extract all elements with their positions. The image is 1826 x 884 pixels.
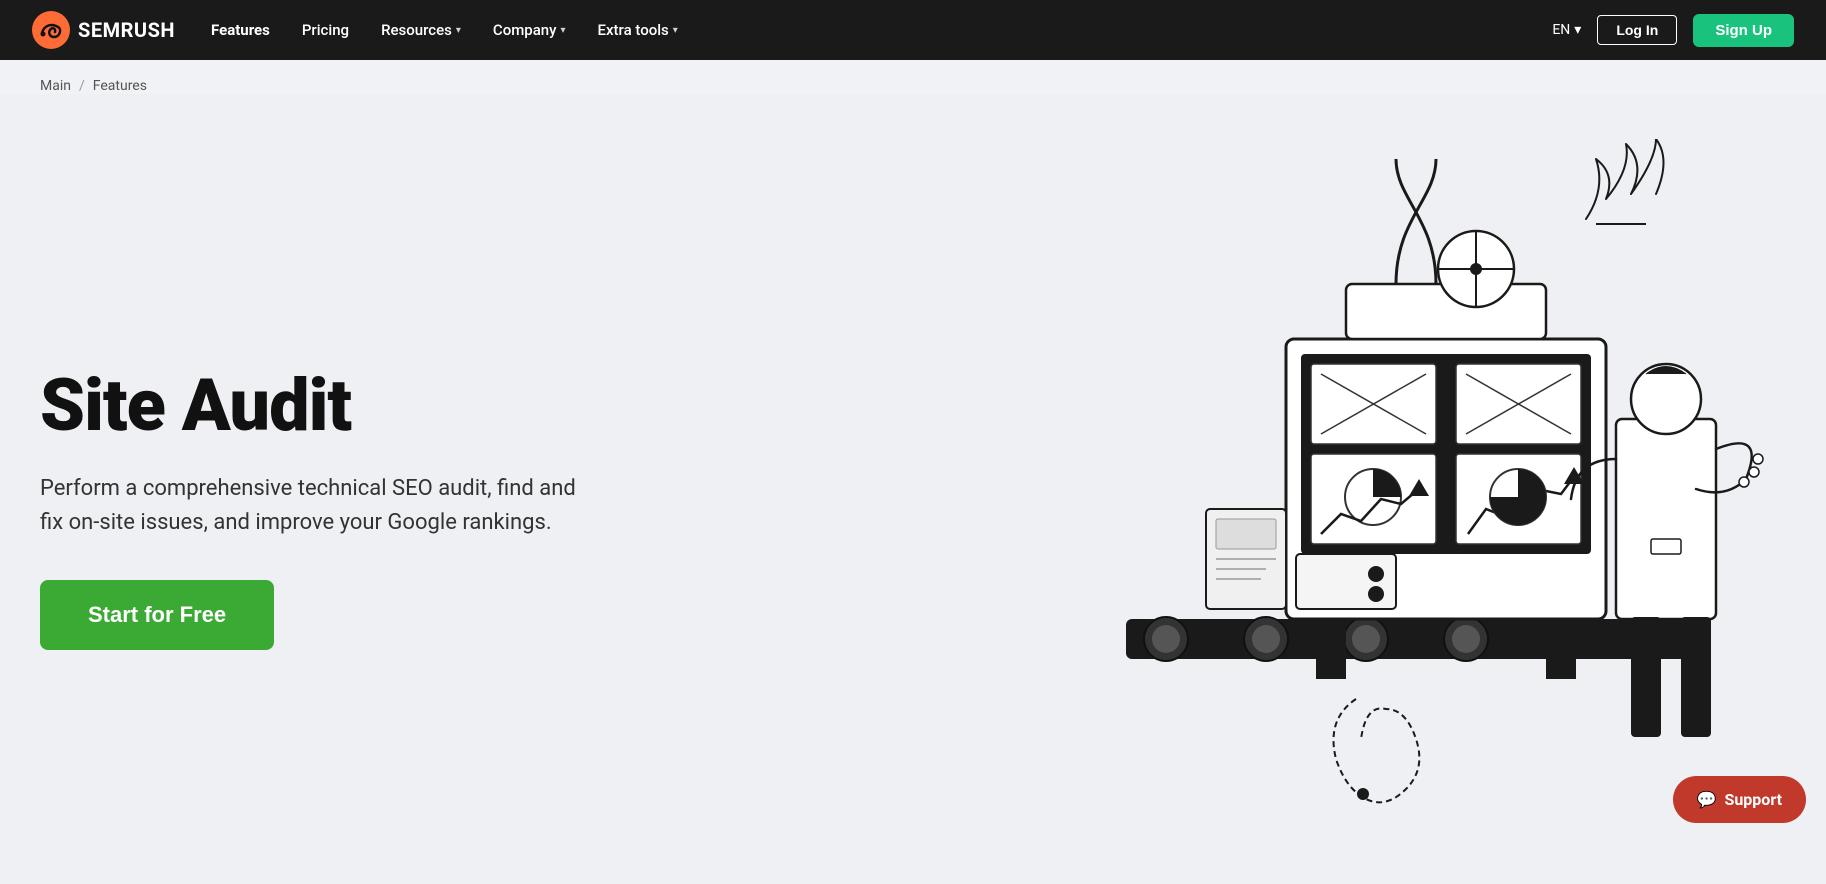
breadcrumb-separator: / bbox=[79, 78, 85, 94]
hero-description: Perform a comprehensive technical SEO au… bbox=[40, 472, 580, 540]
nav-item-extra-tools[interactable]: Extra tools ▾ bbox=[598, 21, 678, 39]
nav-link-company[interactable]: Company ▾ bbox=[493, 21, 566, 39]
start-for-free-button[interactable]: Start for Free bbox=[40, 580, 274, 650]
nav-link-extra-tools[interactable]: Extra tools ▾ bbox=[598, 21, 678, 39]
chevron-down-icon: ▾ bbox=[673, 25, 678, 36]
breadcrumb-home[interactable]: Main bbox=[40, 78, 71, 94]
nav-links: Features Pricing Resources ▾ Company ▾ bbox=[211, 21, 678, 39]
logo-text: SEMRUSH bbox=[78, 18, 175, 42]
navbar-left: SEMRUSH Features Pricing Resources ▾ bbox=[32, 11, 678, 49]
hero-illustration bbox=[1006, 139, 1826, 839]
nav-item-company[interactable]: Company ▾ bbox=[493, 21, 566, 39]
login-button[interactable]: Log In bbox=[1597, 15, 1677, 45]
language-selector[interactable]: EN ▾ bbox=[1552, 22, 1581, 38]
chat-icon: 💬 bbox=[1697, 790, 1717, 809]
signup-button[interactable]: Sign Up bbox=[1693, 14, 1794, 47]
support-label: Support bbox=[1724, 790, 1782, 809]
chevron-down-icon: ▾ bbox=[561, 25, 566, 36]
hero-section: Site Audit Perform a comprehensive techn… bbox=[0, 94, 1826, 884]
nav-item-features[interactable]: Features bbox=[211, 21, 270, 39]
nav-link-features[interactable]: Features bbox=[211, 21, 270, 39]
navbar: SEMRUSH Features Pricing Resources ▾ bbox=[0, 0, 1826, 60]
hero-title: Site Audit bbox=[40, 368, 580, 444]
breadcrumb-current: Features bbox=[93, 78, 147, 94]
nav-link-pricing[interactable]: Pricing bbox=[302, 21, 349, 39]
logo-link[interactable]: SEMRUSH bbox=[32, 11, 175, 49]
nav-link-resources[interactable]: Resources ▾ bbox=[381, 21, 461, 39]
support-button[interactable]: 💬 Support bbox=[1673, 776, 1806, 823]
chevron-down-icon: ▾ bbox=[1574, 22, 1581, 38]
breadcrumb: Main / Features bbox=[0, 60, 1826, 94]
hero-content: Site Audit Perform a comprehensive techn… bbox=[40, 328, 580, 650]
semrush-logo-icon bbox=[32, 11, 70, 49]
nav-item-pricing[interactable]: Pricing bbox=[302, 21, 349, 39]
chevron-down-icon: ▾ bbox=[456, 25, 461, 36]
navbar-right: EN ▾ Log In Sign Up bbox=[1552, 14, 1794, 47]
nav-item-resources[interactable]: Resources ▾ bbox=[381, 21, 461, 39]
